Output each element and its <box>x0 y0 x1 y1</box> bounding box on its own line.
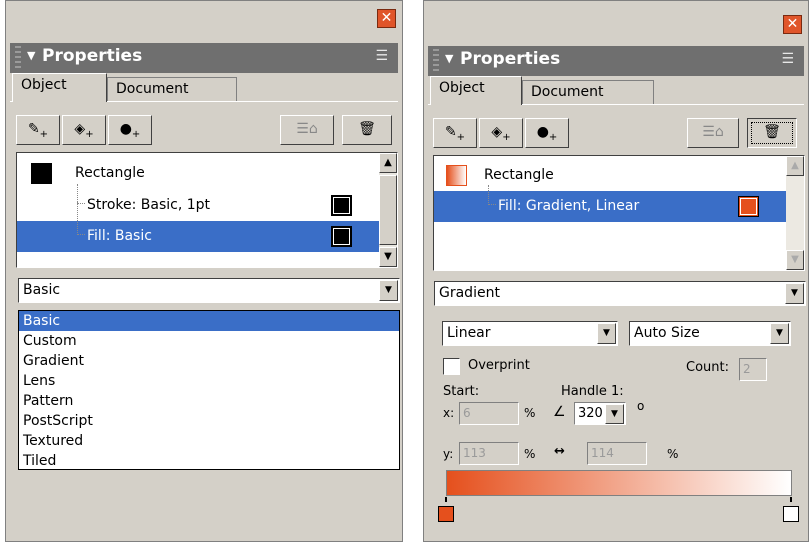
tab-document[interactable]: Document <box>107 77 237 101</box>
count-field[interactable]: 2 <box>739 358 767 381</box>
angle-icon: ∠ <box>553 404 566 420</box>
close-icon[interactable]: ✕ <box>783 15 802 34</box>
collapse-arrow-icon[interactable]: ▼ <box>27 49 35 62</box>
duplicate-icon[interactable]: ☰⌂ <box>280 115 334 145</box>
scroll-up-button[interactable]: ▲ <box>786 156 804 176</box>
start-y-field[interactable]: 113 <box>459 442 519 465</box>
add-fill-button[interactable]: ◈+ <box>479 118 523 148</box>
scroll-thumb[interactable] <box>379 175 397 245</box>
option-postscript[interactable]: PostScript <box>19 411 399 431</box>
gradient-preview-bar[interactable] <box>446 470 792 496</box>
gradient-swatch <box>446 165 467 186</box>
option-textured[interactable]: Textured <box>19 431 399 451</box>
option-pattern[interactable]: Pattern <box>19 391 399 411</box>
y-percent: % <box>524 447 536 461</box>
properties-panel-left: ✕ ▼ Properties ☰ Object Document ✎+ ◈+ ●… <box>5 0 403 542</box>
fill-color-swatch[interactable] <box>331 226 352 247</box>
toolbar: ✎+ ◈+ ●+ ☰⌂ 🗑 <box>16 115 396 147</box>
color-swatch <box>31 163 52 184</box>
panel-titlebar[interactable]: ▼ Properties ☰ <box>10 43 398 73</box>
attribute-tree: Rectangle Stroke: Basic, 1pt Fill: Basic… <box>16 152 398 268</box>
stroke-color-swatch[interactable] <box>331 195 352 216</box>
tree-row-fill[interactable]: Fill: Gradient, Linear <box>434 185 786 222</box>
y-label: y: <box>443 447 454 461</box>
x-label: x: <box>443 406 455 420</box>
properties-panel-right: ✕ ▼ Properties ☰ Object Document ✎+ ◈+ ●… <box>423 0 809 542</box>
count-label: Count: <box>686 360 729 375</box>
fill-type-select[interactable]: Basic ▼ <box>18 278 400 303</box>
add-effect-button[interactable]: ●+ <box>525 118 569 148</box>
size-mode-select[interactable]: Auto Size ▼ <box>629 321 791 346</box>
tab-object[interactable]: Object <box>430 76 522 105</box>
gradient-stop-start[interactable] <box>438 506 454 522</box>
panel-menu-icon[interactable]: ☰ <box>375 48 388 64</box>
option-custom[interactable]: Custom <box>19 331 399 351</box>
collapse-arrow-icon[interactable]: ▼ <box>445 52 453 65</box>
option-tiled[interactable]: Tiled <box>19 451 399 471</box>
fill-color-swatch[interactable] <box>738 196 759 217</box>
start-label: Start: <box>443 384 480 399</box>
overprint-checkbox[interactable] <box>443 358 460 375</box>
option-basic[interactable]: Basic <box>19 311 399 331</box>
degree-symbol: o <box>637 399 645 413</box>
duplicate-icon[interactable]: ☰⌂ <box>687 118 739 148</box>
tree-line <box>77 201 85 235</box>
toolbar: ✎+ ◈+ ●+ ☰⌂ 🗑 <box>433 118 805 150</box>
tab-bar: Object Document <box>10 73 398 102</box>
stop-tick <box>790 497 792 502</box>
stop-tick <box>445 497 447 502</box>
tree-row-stroke[interactable]: Stroke: Basic, 1pt <box>17 184 379 221</box>
panel-titlebar[interactable]: ▼ Properties ☰ <box>428 46 804 76</box>
chevron-down-icon[interactable]: ▼ <box>379 280 398 301</box>
tab-object[interactable]: Object <box>12 73 107 102</box>
add-effect-button[interactable]: ●+ <box>108 115 152 145</box>
tree-row-fill[interactable]: Fill: Basic <box>17 201 379 252</box>
fill-type-dropdown: Basic Custom Gradient Lens Pattern PostS… <box>18 310 400 470</box>
chevron-down-icon[interactable]: ▼ <box>597 323 616 344</box>
vertical-scrollbar[interactable]: ▲ ▼ <box>379 153 397 267</box>
scroll-down-button[interactable]: ▼ <box>786 250 804 270</box>
tree-row-rectangle[interactable]: Rectangle <box>17 158 379 189</box>
option-lens[interactable]: Lens <box>19 371 399 391</box>
add-fill-button[interactable]: ◈+ <box>62 115 106 145</box>
overprint-label: Overprint <box>468 358 530 373</box>
x-percent: % <box>524 406 536 420</box>
vertical-scrollbar[interactable]: ▲ ▼ <box>786 156 804 270</box>
delete-button[interactable]: 🗑 <box>747 118 797 148</box>
grip-icon[interactable] <box>15 46 21 70</box>
gradient-type-select[interactable]: Linear ▼ <box>442 321 618 346</box>
scroll-up-button[interactable]: ▲ <box>379 153 397 173</box>
handle-label: Handle 1: <box>561 384 624 399</box>
start-x-field[interactable]: 6 <box>459 402 519 425</box>
add-stroke-button[interactable]: ✎+ <box>433 118 477 148</box>
chevron-down-icon[interactable]: ▼ <box>785 283 804 304</box>
grip-icon[interactable] <box>433 49 439 73</box>
fill-type-select[interactable]: Gradient ▼ <box>434 281 806 306</box>
close-icon[interactable]: ✕ <box>377 9 396 28</box>
tree-row-rectangle[interactable]: Rectangle <box>434 160 786 191</box>
panel-title: Properties <box>42 46 143 66</box>
panel-menu-icon[interactable]: ☰ <box>781 51 794 67</box>
tree-line <box>488 185 496 205</box>
chevron-down-icon[interactable]: ▼ <box>770 323 789 344</box>
tab-document[interactable]: Document <box>522 80 654 104</box>
option-gradient[interactable]: Gradient <box>19 351 399 371</box>
width-icon: ↔ <box>554 444 565 459</box>
add-stroke-button[interactable]: ✎+ <box>16 115 60 145</box>
gradient-stop-end[interactable] <box>783 506 799 522</box>
tab-bar: Object Document <box>428 76 804 105</box>
panel-title: Properties <box>460 49 561 69</box>
chevron-down-icon[interactable]: ▼ <box>605 404 624 424</box>
attribute-tree: Rectangle Fill: Gradient, Linear ▲ ▼ <box>433 155 805 271</box>
handle-width-field[interactable]: 114 <box>587 442 647 465</box>
delete-button[interactable]: 🗑 <box>342 115 392 145</box>
scroll-down-button[interactable]: ▼ <box>379 247 397 267</box>
width-percent: % <box>667 447 679 461</box>
